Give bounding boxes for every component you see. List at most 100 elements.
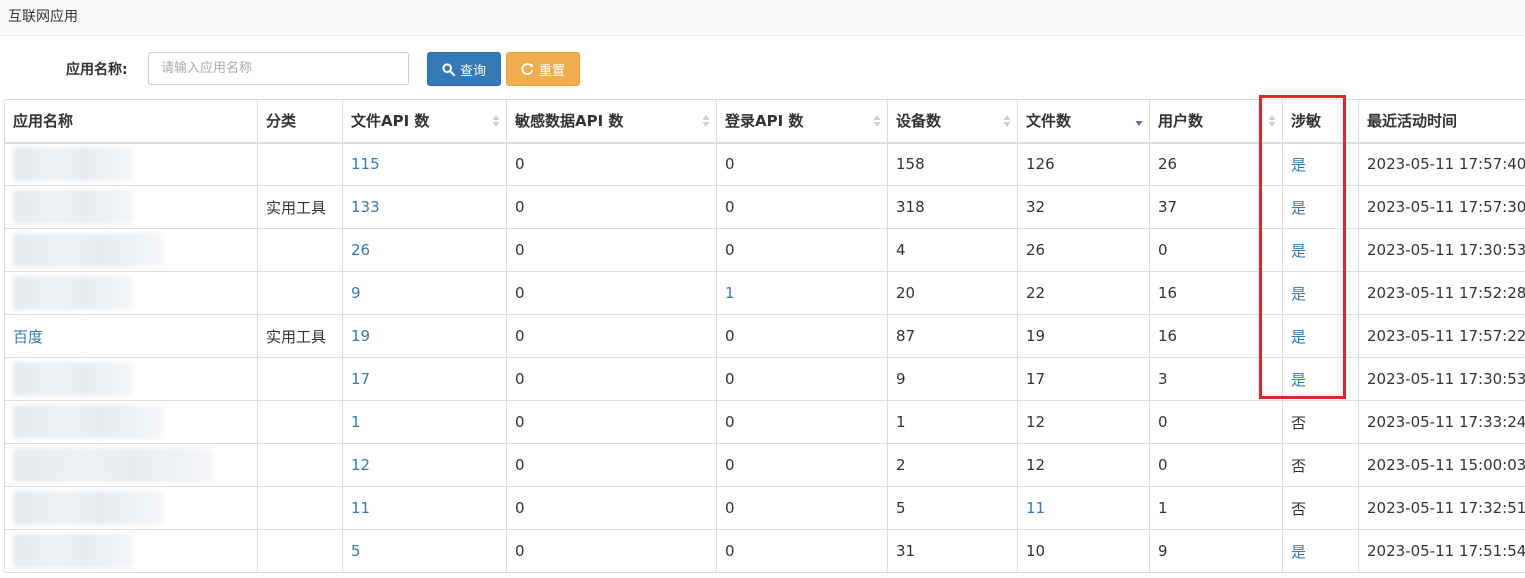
sensitive-flag-link[interactable]: 是 bbox=[1282, 228, 1359, 272]
file-api-link[interactable]: 17 bbox=[342, 357, 507, 401]
sensitive-api-cell: 0 bbox=[506, 443, 717, 487]
redacted-app-name bbox=[13, 405, 163, 439]
sort-icon[interactable] bbox=[873, 113, 881, 129]
col-header-category[interactable]: 分类 bbox=[257, 99, 343, 144]
file-api-link[interactable]: 12 bbox=[342, 443, 507, 487]
files-cell: 19 bbox=[1017, 314, 1150, 358]
last-active-cell: 2023-05-11 17:57:40 bbox=[1358, 142, 1525, 186]
login-api-link[interactable]: 1 bbox=[716, 271, 888, 315]
app-name-link[interactable]: 百度 bbox=[4, 314, 258, 358]
table-row: 17 0 0 9 17 3 是 2023-05-11 17:30:53 bbox=[4, 357, 1525, 401]
redacted-app-name bbox=[13, 362, 133, 396]
app-name-cell[interactable] bbox=[4, 529, 258, 573]
query-button[interactable]: 查询 bbox=[427, 52, 501, 86]
file-api-link[interactable]: 115 bbox=[342, 142, 507, 186]
login-api-cell: 0 bbox=[716, 486, 888, 530]
col-header-file-api[interactable]: 文件API 数 bbox=[342, 99, 507, 144]
app-name-cell[interactable] bbox=[4, 443, 258, 487]
sort-icon[interactable] bbox=[1268, 113, 1276, 129]
category-cell bbox=[257, 271, 343, 315]
redacted-app-name bbox=[13, 147, 133, 182]
col-header-sensitive-api[interactable]: 敏感数据API 数 bbox=[506, 99, 717, 144]
sort-icon[interactable] bbox=[1003, 113, 1011, 129]
col-header-last-active[interactable]: 最近活动时间 bbox=[1358, 99, 1525, 144]
refresh-icon bbox=[521, 62, 534, 76]
app-name-cell[interactable] bbox=[4, 400, 258, 444]
users-cell: 26 bbox=[1149, 142, 1283, 186]
category-cell bbox=[257, 529, 343, 573]
file-api-link[interactable]: 11 bbox=[342, 486, 507, 530]
app-name-search-input[interactable] bbox=[148, 52, 409, 85]
sort-desc-icon[interactable] bbox=[1135, 113, 1143, 129]
file-api-link[interactable]: 9 bbox=[342, 271, 507, 315]
sensitive-api-cell: 0 bbox=[506, 271, 717, 315]
col-header-files[interactable]: 文件数 bbox=[1017, 99, 1150, 144]
devices-cell: 87 bbox=[887, 314, 1018, 358]
sort-icon[interactable] bbox=[702, 113, 710, 129]
redacted-app-name bbox=[13, 190, 133, 224]
reset-button[interactable]: 重置 bbox=[506, 52, 580, 86]
last-active-cell: 2023-05-11 17:30:53 bbox=[1358, 357, 1525, 401]
sensitive-flag-link[interactable]: 是 bbox=[1282, 142, 1359, 186]
login-api-cell: 0 bbox=[716, 357, 888, 401]
app-name-cell[interactable] bbox=[4, 357, 258, 401]
sensitive-api-cell: 0 bbox=[506, 357, 717, 401]
file-api-link[interactable]: 19 bbox=[342, 314, 507, 358]
sensitive-api-cell: 0 bbox=[506, 486, 717, 530]
table-row: 115 0 0 158 126 26 是 2023-05-11 17:57:40 bbox=[4, 142, 1525, 186]
users-cell: 37 bbox=[1149, 185, 1283, 229]
file-api-link[interactable]: 26 bbox=[342, 228, 507, 272]
devices-cell: 2 bbox=[887, 443, 1018, 487]
sensitive-api-cell: 0 bbox=[506, 228, 717, 272]
sensitive-api-cell: 0 bbox=[506, 142, 717, 186]
last-active-cell: 2023-05-11 15:00:03 bbox=[1358, 443, 1525, 487]
col-header-sensitive[interactable]: 涉敏 bbox=[1282, 99, 1359, 144]
table-row: 9 0 1 20 22 16 是 2023-05-11 17:52:28 bbox=[4, 271, 1525, 315]
users-cell: 1 bbox=[1149, 486, 1283, 530]
category-cell bbox=[257, 400, 343, 444]
last-active-cell: 2023-05-11 17:33:24 bbox=[1358, 400, 1525, 444]
redacted-app-name bbox=[13, 448, 213, 482]
login-api-cell: 0 bbox=[716, 400, 888, 444]
users-cell: 0 bbox=[1149, 400, 1283, 444]
users-cell: 9 bbox=[1149, 529, 1283, 573]
files-link[interactable]: 11 bbox=[1017, 486, 1150, 530]
file-api-link[interactable]: 5 bbox=[342, 529, 507, 573]
redacted-app-name bbox=[13, 534, 133, 568]
redacted-app-name bbox=[13, 491, 163, 525]
file-api-link[interactable]: 1 bbox=[342, 400, 507, 444]
sensitive-flag-link[interactable]: 是 bbox=[1282, 185, 1359, 229]
files-cell: 12 bbox=[1017, 400, 1150, 444]
col-header-login-api[interactable]: 登录API 数 bbox=[716, 99, 888, 144]
col-header-devices[interactable]: 设备数 bbox=[887, 99, 1018, 144]
app-table: 应用名称 分类 文件API 数 敏感数据API 数 登录API 数 设备数 文件… bbox=[4, 99, 1525, 578]
last-active-cell: 2023-05-11 17:57:30 bbox=[1358, 185, 1525, 229]
table-row: 百度 实用工具 19 0 0 87 19 16 是 2023-05-11 17:… bbox=[4, 314, 1525, 358]
files-cell: 10 bbox=[1017, 529, 1150, 573]
files-cell: 22 bbox=[1017, 271, 1150, 315]
app-name-cell[interactable] bbox=[4, 142, 258, 186]
app-name-cell[interactable] bbox=[4, 185, 258, 229]
col-header-users[interactable]: 用户数 bbox=[1149, 99, 1283, 144]
sensitive-flag-link[interactable]: 是 bbox=[1282, 314, 1359, 358]
files-cell: 26 bbox=[1017, 228, 1150, 272]
files-cell: 12 bbox=[1017, 443, 1150, 487]
file-api-link[interactable]: 133 bbox=[342, 185, 507, 229]
sort-icon[interactable] bbox=[492, 113, 500, 129]
col-header-app-name[interactable]: 应用名称 bbox=[4, 99, 258, 144]
login-api-cell: 0 bbox=[716, 529, 888, 573]
app-name-cell[interactable] bbox=[4, 228, 258, 272]
sensitive-api-cell: 0 bbox=[506, 314, 717, 358]
devices-cell: 1 bbox=[887, 400, 1018, 444]
sensitive-flag-link[interactable]: 是 bbox=[1282, 529, 1359, 573]
app-name-cell[interactable] bbox=[4, 271, 258, 315]
files-cell: 17 bbox=[1017, 357, 1150, 401]
last-active-cell: 2023-05-11 17:30:53 bbox=[1358, 228, 1525, 272]
sensitive-flag-link[interactable]: 是 bbox=[1282, 357, 1359, 401]
table-row: 1 0 0 1 12 0 否 2023-05-11 17:33:24 bbox=[4, 400, 1525, 444]
search-label: 应用名称: bbox=[66, 62, 128, 78]
panel-title: 互联网应用 bbox=[0, 0, 1525, 36]
app-name-cell[interactable] bbox=[4, 486, 258, 530]
sensitive-flag-link[interactable]: 是 bbox=[1282, 271, 1359, 315]
category-cell bbox=[257, 443, 343, 487]
